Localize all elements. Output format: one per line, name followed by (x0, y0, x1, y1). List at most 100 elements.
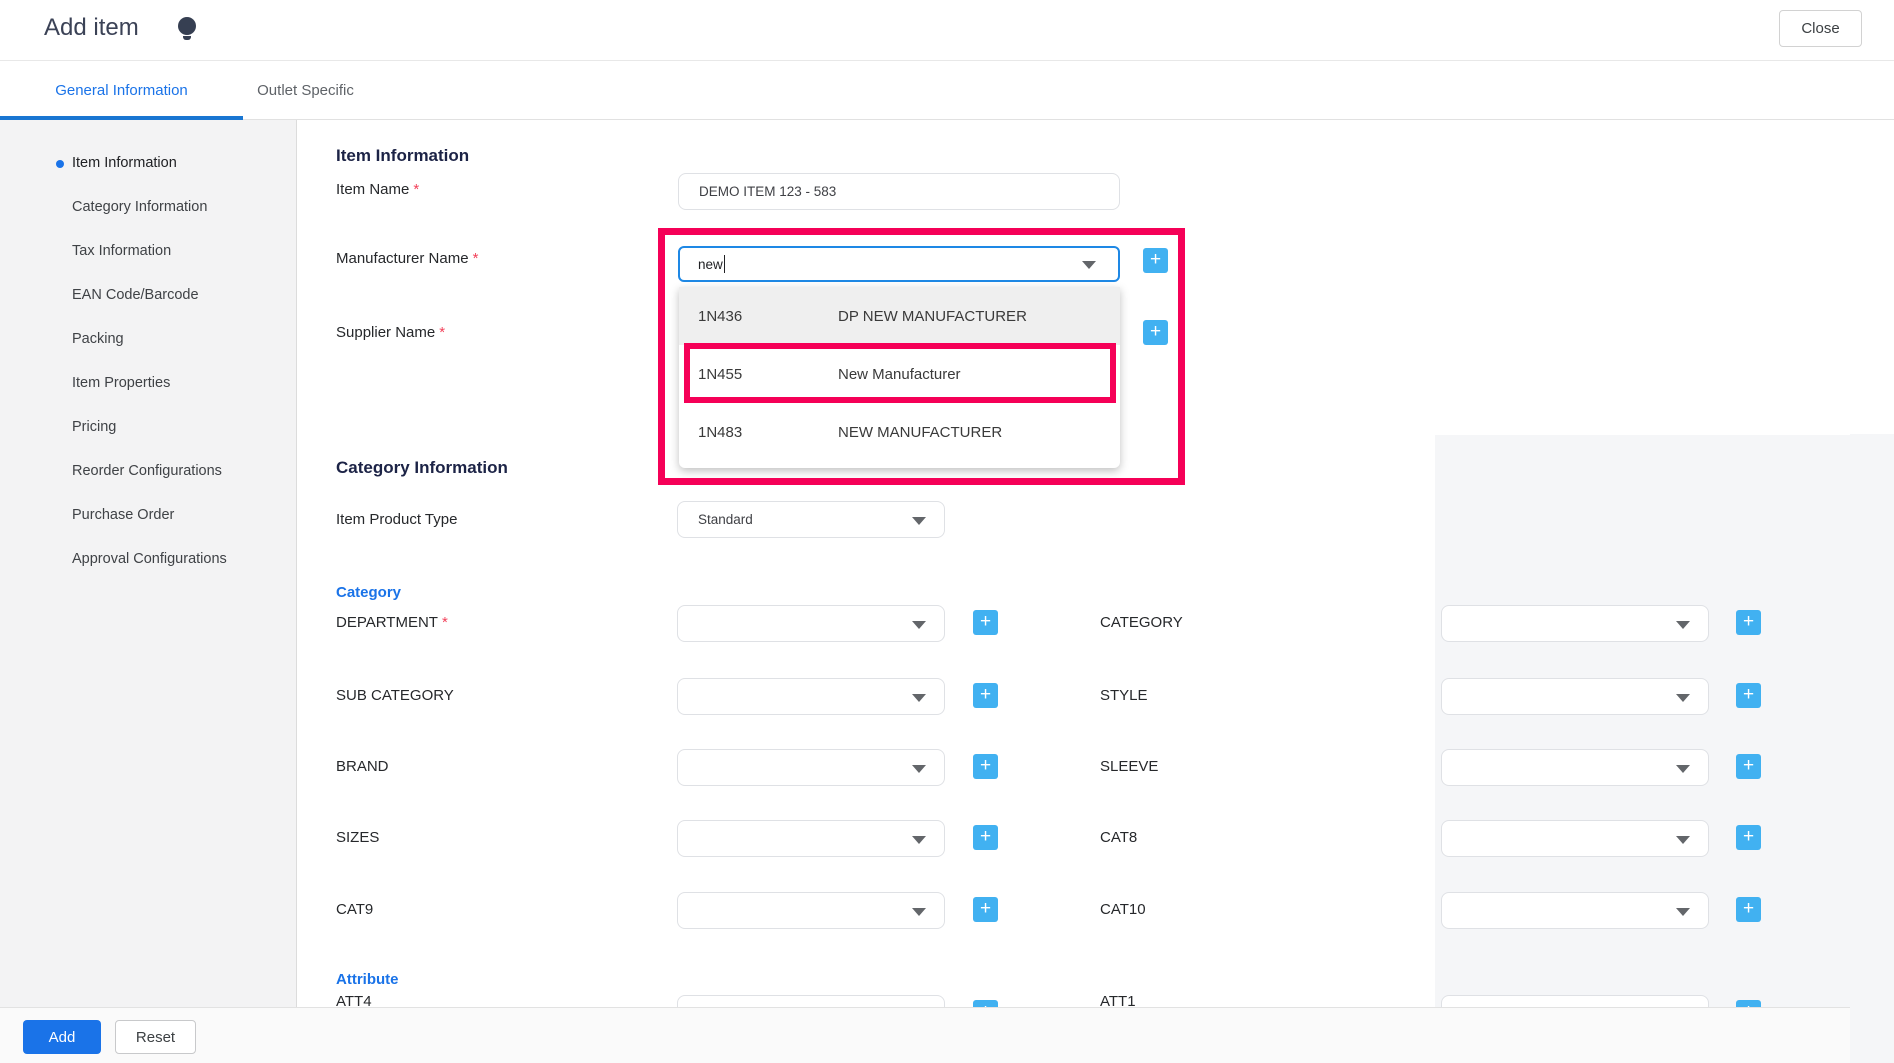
add-category-button[interactable]: + (1736, 610, 1761, 635)
chevron-down-icon (1676, 836, 1690, 844)
page-title: Add item (44, 14, 139, 42)
add-department-button[interactable]: + (973, 610, 998, 635)
add-cat8-button[interactable]: + (1736, 825, 1761, 850)
cat9-label: CAT9 (336, 901, 373, 918)
chevron-down-icon (912, 765, 926, 773)
item-name-value: DEMO ITEM 123 - 583 (699, 184, 836, 199)
option-name: New Manufacturer (838, 366, 961, 383)
add-item-page: Add item Close General Information Outle… (0, 0, 1894, 1063)
option-code: 1N436 (698, 308, 742, 325)
item-name-label: Item Name* (336, 181, 419, 198)
lightbulb-icon[interactable] (178, 17, 196, 35)
add-sizes-button[interactable]: + (973, 825, 998, 850)
department-label: DEPARTMENT* (336, 614, 448, 631)
chevron-down-icon (1676, 765, 1690, 773)
sidebar-item-reorder-configurations[interactable]: Reorder Configurations (72, 463, 222, 481)
sidebar-item-purchase-order[interactable]: Purchase Order (72, 507, 174, 525)
chevron-down-icon (1676, 694, 1690, 702)
manufacturer-combobox-input[interactable]: new (678, 246, 1120, 282)
sizes-select[interactable] (677, 820, 945, 857)
sleeve-select[interactable] (1441, 749, 1709, 786)
cat9-select[interactable] (677, 892, 945, 929)
sizes-label: SIZES (336, 829, 379, 846)
style-label: STYLE (1100, 687, 1148, 704)
sidebar-item-ean-code-barcode[interactable]: EAN Code/Barcode (72, 287, 199, 305)
reset-button[interactable]: Reset (115, 1020, 196, 1054)
plus-icon: + (980, 826, 991, 847)
option-code: 1N483 (698, 424, 742, 441)
option-name: DP NEW MANUFACTURER (838, 308, 1027, 325)
option-code: 1N455 (698, 366, 742, 383)
category-subheading: Category (336, 584, 401, 601)
plus-icon: + (980, 898, 991, 919)
add-supplier-button[interactable]: + (1143, 320, 1168, 345)
header: Add item Close (0, 0, 1894, 61)
plus-icon: + (1743, 684, 1754, 705)
add-sleeve-button[interactable]: + (1736, 754, 1761, 779)
manufacturer-dropdown-panel: 1N436 DP NEW MANUFACTURER 1N455 New Manu… (679, 287, 1120, 468)
category-information-heading: Category Information (336, 458, 508, 478)
plus-icon: + (980, 684, 991, 705)
text-cursor (724, 255, 726, 273)
dropdown-option[interactable]: 1N436 DP NEW MANUFACTURER (679, 287, 1120, 345)
close-button[interactable]: Close (1779, 10, 1862, 47)
plus-icon: + (1743, 755, 1754, 776)
brand-select[interactable] (677, 749, 945, 786)
plus-icon: + (1150, 321, 1161, 342)
dropdown-option[interactable]: 1N483 NEW MANUFACTURER (679, 403, 1120, 461)
active-dot-icon (56, 160, 64, 168)
department-select[interactable] (677, 605, 945, 642)
chevron-down-icon (1676, 908, 1690, 916)
required-marker: * (439, 324, 445, 341)
cat10-label: CAT10 (1100, 901, 1146, 918)
sidebar-item-category-information[interactable]: Category Information (72, 199, 207, 217)
plus-icon: + (1743, 898, 1754, 919)
add-manufacturer-button[interactable]: + (1143, 248, 1168, 273)
item-product-type-label: Item Product Type (336, 511, 457, 528)
item-product-type-select[interactable]: Standard (677, 501, 945, 538)
add-sub-category-button[interactable]: + (973, 683, 998, 708)
dropdown-option[interactable]: 1N455 New Manufacturer (679, 345, 1120, 403)
sidebar-item-tax-information[interactable]: Tax Information (72, 243, 171, 261)
option-name: NEW MANUFACTURER (838, 424, 1002, 441)
plus-icon: + (980, 611, 991, 632)
add-button[interactable]: Add (23, 1020, 101, 1054)
required-marker: * (473, 250, 479, 267)
manufacturer-typed-text: new (698, 257, 723, 272)
item-name-input[interactable]: DEMO ITEM 123 - 583 (678, 173, 1120, 210)
add-cat9-button[interactable]: + (973, 897, 998, 922)
plus-icon: + (1743, 611, 1754, 632)
sidebar-item-approval-configurations[interactable]: Approval Configurations (72, 551, 227, 569)
cat10-select[interactable] (1441, 892, 1709, 929)
attribute-subheading: Attribute (336, 971, 399, 988)
tab-bar: General Information Outlet Specific (0, 61, 1894, 120)
sidebar-item-packing[interactable]: Packing (72, 331, 124, 349)
add-style-button[interactable]: + (1736, 683, 1761, 708)
add-brand-button[interactable]: + (973, 754, 998, 779)
plus-icon: + (980, 755, 991, 776)
item-product-type-value: Standard (698, 512, 753, 527)
section-nav-sidebar: Item Information Category Information Ta… (0, 120, 297, 1007)
footer-bar: Add Reset (0, 1007, 1894, 1063)
brand-label: BRAND (336, 758, 389, 775)
style-select[interactable] (1441, 678, 1709, 715)
sidebar-item-item-information[interactable]: Item Information (72, 155, 177, 173)
sidebar-item-item-properties[interactable]: Item Properties (72, 375, 170, 393)
cat8-label: CAT8 (1100, 829, 1137, 846)
plus-icon: + (1743, 826, 1754, 847)
chevron-down-icon[interactable] (1082, 261, 1096, 269)
manufacturer-name-label: Manufacturer Name* (336, 250, 478, 267)
chevron-down-icon (912, 517, 926, 525)
sub-category-select[interactable] (677, 678, 945, 715)
sub-category-label: SUB CATEGORY (336, 687, 454, 704)
chevron-down-icon (912, 621, 926, 629)
cat8-select[interactable] (1441, 820, 1709, 857)
sidebar-item-pricing[interactable]: Pricing (72, 419, 116, 437)
tab-outlet-specific[interactable]: Outlet Specific (243, 61, 368, 119)
tab-general-information[interactable]: General Information (0, 61, 243, 119)
chevron-down-icon (912, 836, 926, 844)
category-select[interactable] (1441, 605, 1709, 642)
add-cat10-button[interactable]: + (1736, 897, 1761, 922)
required-marker: * (413, 181, 419, 198)
chevron-down-icon (912, 694, 926, 702)
